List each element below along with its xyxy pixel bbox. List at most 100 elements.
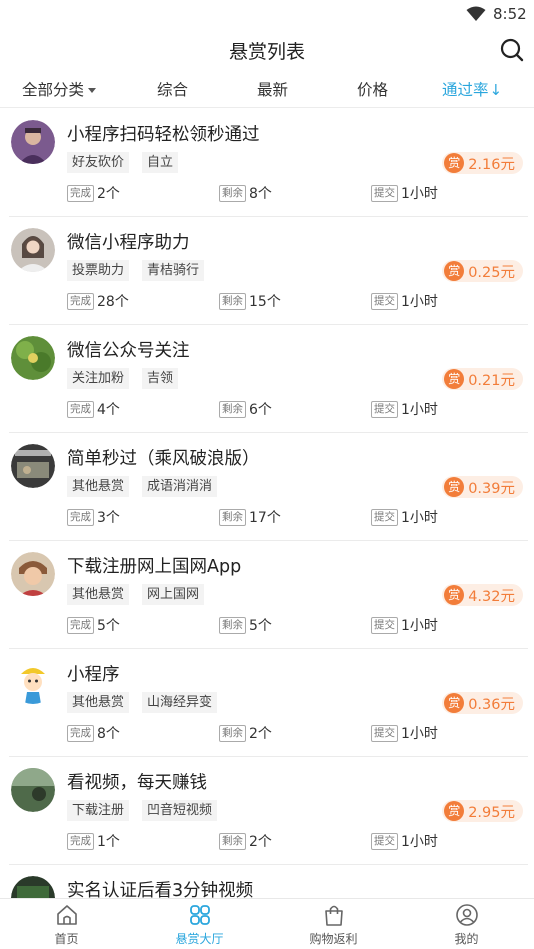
task-item[interactable]: 实名认证后看3分钟视频 xyxy=(0,865,534,898)
avatar xyxy=(11,768,55,812)
remaining-count: 15个 xyxy=(249,294,281,310)
task-item[interactable]: 下载注册网上国网App 其他悬赏 网上国网 赏 4.32元 完成 5个 剩余 5个 … xyxy=(0,541,534,649)
remaining-label: 剩余 xyxy=(219,292,246,310)
task-item[interactable]: 小程序 其他悬赏 山海经异变 赏 0.36元 完成 8个 剩余 2个 提交 1小时 xyxy=(0,649,534,757)
search-icon[interactable] xyxy=(498,36,526,64)
stat-remaining: 剩余 2个 xyxy=(219,723,272,743)
reward-icon: 赏 xyxy=(444,477,465,497)
stat-done: 完成 2个 xyxy=(67,183,120,203)
submit-label: 提交 xyxy=(371,616,398,634)
filter-comprehensive[interactable]: 综合 xyxy=(157,78,188,100)
page-title: 悬赏列表 xyxy=(228,41,305,63)
reward-icon: 赏 xyxy=(444,585,465,605)
title-bar: 悬赏列表 xyxy=(0,30,534,70)
avatar xyxy=(11,552,55,596)
avatar xyxy=(11,444,55,488)
done-count: 2个 xyxy=(97,186,120,202)
task-title: 微信公众号关注 xyxy=(67,341,190,361)
filter-price[interactable]: 价格 xyxy=(357,78,388,100)
shopping-bag-icon xyxy=(325,905,343,926)
stat-submit: 提交 1小时 xyxy=(371,507,438,527)
done-label: 完成 xyxy=(67,292,94,310)
filter-category[interactable]: 全部分类 xyxy=(22,78,97,100)
remaining-count: 6个 xyxy=(249,402,272,418)
task-tag: 好友砍价 xyxy=(67,152,130,173)
reward-amount: 0.25元 xyxy=(468,264,515,281)
stat-done: 完成 4个 xyxy=(67,399,120,419)
done-count: 4个 xyxy=(97,402,120,418)
tab-reward-hall[interactable]: 悬赏大厅 xyxy=(133,899,266,949)
bottom-tab-bar: 首页 悬赏大厅 购物返利 我的 xyxy=(0,898,534,949)
submit-time: 1小时 xyxy=(401,726,438,742)
reward-amount: 0.36元 xyxy=(468,696,515,713)
stat-done: 完成 5个 xyxy=(67,615,120,635)
task-tag: 其他悬赏 xyxy=(67,476,130,497)
avatar xyxy=(11,228,55,272)
task-tag: 山海经异变 xyxy=(142,692,218,713)
clock: 8:52 xyxy=(493,5,527,23)
task-tag: 其他悬赏 xyxy=(67,584,130,605)
task-item[interactable]: 微信小程序助力 投票助力 青桔骑行 赏 0.25元 完成 28个 剩余 15个 提交… xyxy=(0,217,534,325)
filter-pass-rate[interactable]: 通过率↓ xyxy=(442,78,502,100)
submit-label: 提交 xyxy=(371,724,398,742)
submit-time: 1小时 xyxy=(401,618,438,634)
task-item[interactable]: 微信公众号关注 关注加粉 吉领 赏 0.21元 完成 4个 剩余 6个 提交 1小时 xyxy=(0,325,534,433)
stat-remaining: 剩余 2个 xyxy=(219,831,272,851)
reward-amount: 4.32元 xyxy=(468,588,515,605)
task-tag: 凹音短视频 xyxy=(142,800,218,821)
task-list: 小程序扫码轻松领秒通过 好友砍价 自立 赏 2.16元 完成 2个 剩余 8个 提交… xyxy=(0,109,534,898)
remaining-count: 2个 xyxy=(249,726,272,742)
task-item[interactable]: 小程序扫码轻松领秒通过 好友砍价 自立 赏 2.16元 完成 2个 剩余 8个 提交… xyxy=(0,109,534,217)
tab-profile[interactable]: 我的 xyxy=(400,899,533,949)
reward-badge: 赏 0.25元 xyxy=(442,260,523,282)
status-bar: 8:52 xyxy=(0,0,534,30)
reward-badge: 赏 0.36元 xyxy=(442,692,523,714)
reward-icon: 赏 xyxy=(444,693,465,713)
tab-shopping[interactable]: 购物返利 xyxy=(267,899,400,949)
reward-badge: 赏 2.16元 xyxy=(442,152,523,174)
filter-category-label: 全部分类 xyxy=(22,81,85,99)
reward-amount: 0.21元 xyxy=(468,372,515,389)
task-tag: 吉领 xyxy=(142,368,179,389)
remaining-label: 剩余 xyxy=(219,184,246,202)
reward-badge: 赏 0.39元 xyxy=(442,476,523,498)
submit-label: 提交 xyxy=(371,292,398,310)
done-label: 完成 xyxy=(67,508,94,526)
stat-submit: 提交 1小时 xyxy=(371,183,438,203)
avatar xyxy=(11,876,55,898)
remaining-count: 5个 xyxy=(249,618,272,634)
caret-down-icon xyxy=(88,88,97,93)
arrow-down-icon: ↓ xyxy=(489,81,503,99)
done-label: 完成 xyxy=(67,184,94,202)
task-title: 实名认证后看3分钟视频 xyxy=(67,881,254,898)
reward-icon: 赏 xyxy=(444,153,465,173)
avatar xyxy=(11,120,55,164)
submit-time: 1小时 xyxy=(401,510,438,526)
stat-done: 完成 28个 xyxy=(67,291,129,311)
task-title: 下载注册网上国网App xyxy=(67,557,242,577)
reward-badge: 赏 4.32元 xyxy=(442,584,523,606)
task-item[interactable]: 简单秒过（乘风破浪版） 其他悬赏 成语消消消 赏 0.39元 完成 3个 剩余 17… xyxy=(0,433,534,541)
submit-time: 1小时 xyxy=(401,402,438,418)
profile-icon xyxy=(456,904,478,926)
done-label: 完成 xyxy=(67,616,94,634)
reward-hall-icon xyxy=(190,905,210,925)
task-tag: 其他悬赏 xyxy=(67,692,130,713)
submit-time: 1小时 xyxy=(401,186,438,202)
done-count: 5个 xyxy=(97,618,120,634)
task-tag: 青桔骑行 xyxy=(142,260,205,281)
task-title: 小程序 xyxy=(67,665,120,685)
task-title: 看视频，每天赚钱 xyxy=(67,773,207,793)
tab-home[interactable]: 首页 xyxy=(0,899,133,949)
home-icon xyxy=(57,905,77,925)
stat-submit: 提交 1小时 xyxy=(371,291,438,311)
tab-home-label: 首页 xyxy=(54,932,79,946)
reward-icon: 赏 xyxy=(444,261,465,281)
remaining-label: 剩余 xyxy=(219,616,246,634)
reward-icon: 赏 xyxy=(444,369,465,389)
stat-submit: 提交 1小时 xyxy=(371,831,438,851)
reward-amount: 2.95元 xyxy=(468,804,515,821)
reward-badge: 赏 2.95元 xyxy=(442,800,523,822)
filter-latest[interactable]: 最新 xyxy=(257,78,288,100)
task-item[interactable]: 看视频，每天赚钱 下载注册 凹音短视频 赏 2.95元 完成 1个 剩余 2个 提交… xyxy=(0,757,534,865)
